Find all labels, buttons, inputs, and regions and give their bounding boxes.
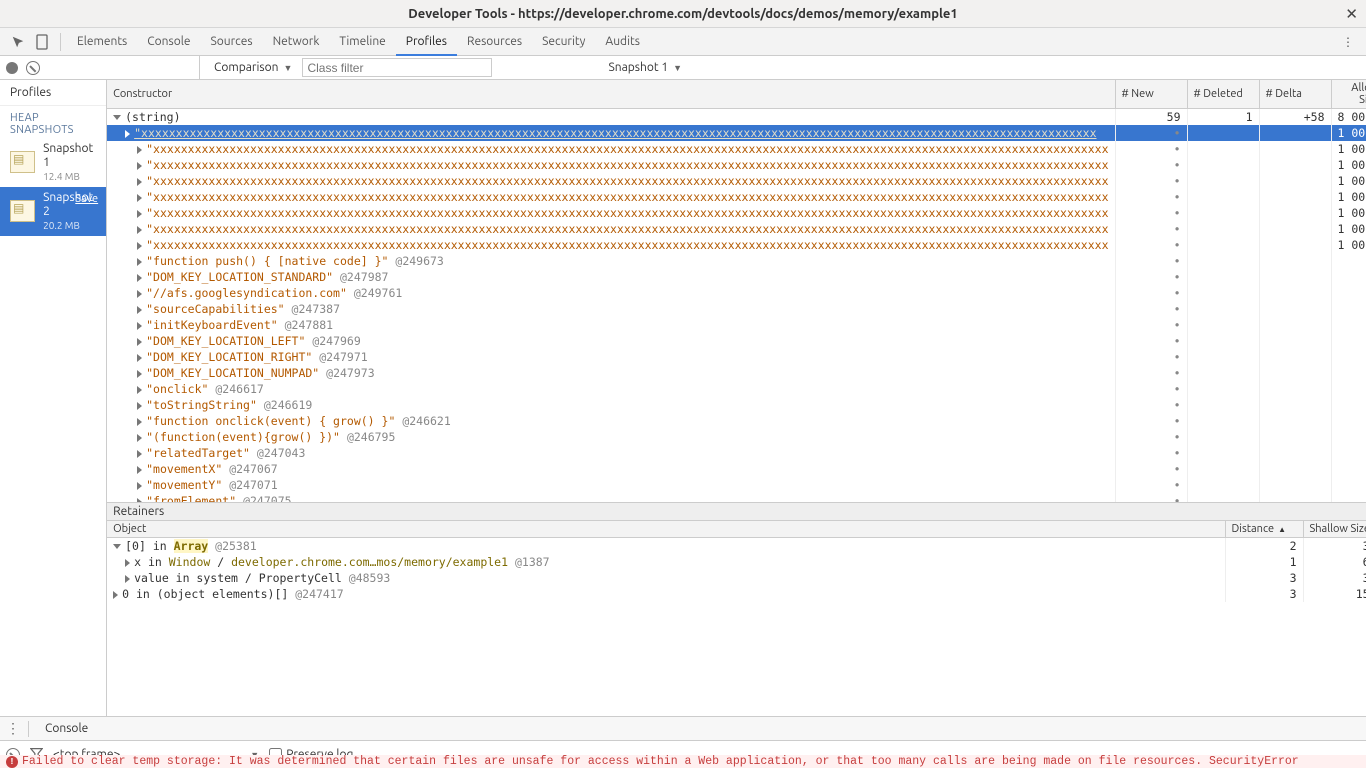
table-row[interactable]: "fromElement" @247075•40 [107,493,1366,502]
constructors-body[interactable]: (string)591+588 002 12064+8 002 056"xxxx… [107,109,1366,502]
table-row[interactable]: "DOM_KEY_LOCATION_LEFT" @247969•48 [107,333,1366,349]
tab-audits[interactable]: Audits [595,28,650,55]
console-drawer-tabs: ⋮ Console [0,716,1366,740]
table-row[interactable]: "xxxxxxxxxxxxxxxxxxxxxxxxxxxxxxxxxxxxxxx… [107,205,1366,221]
clear-icon[interactable] [26,61,40,75]
comparison-bar: Comparison▼ Snapshot 1▼ [200,56,1366,79]
tab-console[interactable]: Console [137,28,200,55]
snapshot-item[interactable]: Snapshot 220.2 MB Save [0,187,106,236]
profile-controls [0,56,200,79]
table-row[interactable]: 0 in (object elements)[] @24741731520 %1… [107,586,1366,602]
tab-elements[interactable]: Elements [67,28,137,55]
table-row[interactable]: "sourceCapabilities" @247387•48 [107,301,1366,317]
table-row[interactable]: [0] in Array @253812320 %8 000 37638 % [107,538,1366,554]
table-row[interactable]: value in system / PropertyCell @48593332… [107,570,1366,586]
titlebar: Developer Tools - https://developer.chro… [0,0,1366,28]
column-header[interactable]: Object [107,521,1225,537]
table-row[interactable]: "DOM_KEY_LOCATION_NUMPAD" @247973•48 [107,365,1366,381]
window-title: Developer Tools - https://developer.chro… [408,7,958,21]
table-row[interactable]: "xxxxxxxxxxxxxxxxxxxxxxxxxxxxxxxxxxxxxxx… [107,157,1366,173]
device-icon[interactable] [30,30,54,54]
baseline-select[interactable]: Snapshot 1▼ [604,61,686,74]
table-row[interactable]: "xxxxxxxxxxxxxxxxxxxxxxxxxxxxxxxxxxxxxxx… [107,125,1366,141]
heap-snapshots-label: HEAP SNAPSHOTS [0,106,106,138]
table-row[interactable]: "DOM_KEY_LOCATION_RIGHT" @247971•48 [107,349,1366,365]
drawer-kebab-icon[interactable]: ⋮ [6,720,20,737]
snapshot-icon [10,200,35,222]
tab-sources[interactable]: Sources [200,28,262,55]
retainers-body[interactable]: [0] in Array @253812320 %8 000 37638 %x … [107,538,1366,602]
table-row[interactable]: "//afs.googlesyndication.com" @249761•56 [107,285,1366,301]
tab-profiles[interactable]: Profiles [396,29,457,56]
profiles-header: Profiles [0,80,106,106]
table-row[interactable]: x in Window / developer.chrome.com…mos/m… [107,554,1366,570]
record-icon[interactable] [6,62,18,74]
table-row[interactable]: "xxxxxxxxxxxxxxxxxxxxxxxxxxxxxxxxxxxxxxx… [107,237,1366,253]
table-row[interactable]: "relatedTarget" @247043•40 [107,445,1366,461]
table-row[interactable]: "toStringString" @246619•40 [107,397,1366,413]
inspect-icon[interactable] [6,30,30,54]
table-row[interactable]: "movementX" @247067•40 [107,461,1366,477]
column-header[interactable]: # New [1116,80,1188,108]
table-row[interactable]: "function push() { [native code] }" @249… [107,253,1366,269]
constructors-grid: Constructor# New# Deleted# DeltaAlloc. S… [107,80,1366,502]
column-header[interactable]: Constructor [107,80,1115,108]
table-row[interactable]: "initKeyboardEvent" @247881•48 [107,317,1366,333]
table-row[interactable]: "xxxxxxxxxxxxxxxxxxxxxxxxxxxxxxxxxxxxxxx… [107,221,1366,237]
table-row[interactable]: (string)591+588 002 12064+8 002 056 [107,109,1366,125]
profiles-sidebar: Profiles HEAP SNAPSHOTS Snapshot 112.4 M… [0,80,107,716]
column-header[interactable]: Alloc. Size▼ [1332,80,1366,108]
column-header[interactable]: Distance ▲ [1226,521,1304,537]
table-row[interactable]: "xxxxxxxxxxxxxxxxxxxxxxxxxxxxxxxxxxxxxxx… [107,173,1366,189]
close-icon[interactable]: ✕ [1345,5,1358,23]
class-filter-input[interactable] [302,58,492,77]
column-header[interactable]: # Delta [1260,80,1332,108]
snapshot-item[interactable]: Snapshot 112.4 MB [0,138,106,187]
view-mode-select[interactable]: Comparison▼ [210,61,296,74]
table-row[interactable]: "onclick" @246617•40 [107,381,1366,397]
table-row[interactable]: "xxxxxxxxxxxxxxxxxxxxxxxxxxxxxxxxxxxxxxx… [107,189,1366,205]
error-icon: ! [6,756,18,768]
retainers-grid: ObjectDistance ▲Shallow SizeRetained Siz… [107,521,1366,716]
separator [60,33,61,51]
tab-network[interactable]: Network [263,28,330,55]
column-header[interactable]: # Deleted [1188,80,1260,108]
tab-security[interactable]: Security [532,28,595,55]
tab-resources[interactable]: Resources [457,28,532,55]
save-link[interactable]: Save [75,193,98,205]
retainers-header: Retainers [107,502,1366,521]
table-row[interactable]: "DOM_KEY_LOCATION_STANDARD" @247987•56 [107,269,1366,285]
kebab-icon[interactable]: ⋮ [1336,30,1360,54]
devtools-tabs: ElementsConsoleSourcesNetworkTimelinePro… [0,28,1366,56]
table-row[interactable]: "(function(event){grow() })" @246795•40 [107,429,1366,445]
console-toolbar: <top frame>▼ Preserve log !Failed to cle… [0,740,1366,768]
tab-timeline[interactable]: Timeline [329,28,395,55]
column-header[interactable]: Shallow Size [1304,521,1366,537]
console-error: !Failed to clear temp storage: It was de… [0,755,1366,768]
snapshot-icon [10,151,35,173]
console-drawer-tab[interactable]: Console [37,717,96,740]
table-row[interactable]: "movementY" @247071•40 [107,477,1366,493]
table-row[interactable]: "xxxxxxxxxxxxxxxxxxxxxxxxxxxxxxxxxxxxxxx… [107,141,1366,157]
table-row[interactable]: "function onclick(event) { grow() }" @24… [107,413,1366,429]
